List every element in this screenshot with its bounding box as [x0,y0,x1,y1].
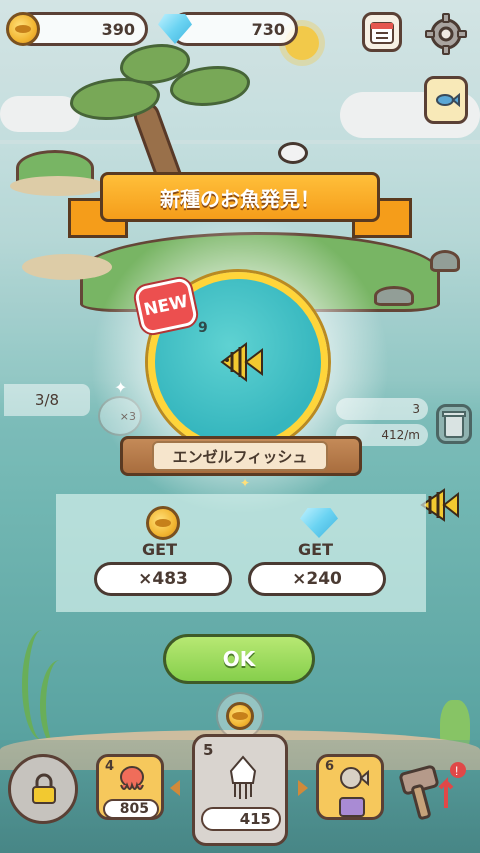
arrow-right-icon[interactable] [298,780,308,796]
video-ad-icon [339,797,365,817]
coin-icon [226,702,254,730]
slot-octopus[interactable]: 4 805 [96,754,164,820]
lock-icon [32,773,56,804]
arrow-left-icon[interactable] [170,780,180,796]
collect-coin-button[interactable] [216,692,264,740]
income-rate: 412/m [381,428,420,442]
coin-reward-amount: ×483 [94,562,232,596]
calendar-button[interactable] [362,12,402,52]
fish-name-plate: エンゼルフィッシュ [152,441,328,471]
trash-button[interactable] [436,404,472,444]
slot-price: 805 [119,801,149,817]
slot-number: 4 [105,759,115,774]
fish-progress-text: 3/8 [34,391,60,409]
coin-get-label: GET [142,540,177,559]
sparkle-icon: ✦ [114,378,128,397]
coin-icon [6,12,40,46]
fish-progress: 3/8 [4,384,90,416]
ok-label: OK [222,647,256,671]
hammer-icon: ! [399,762,466,820]
slot-price: 415 [239,810,271,828]
angelfish-icon [220,342,263,382]
coin-reward-value: ×483 [138,569,188,589]
upgrade-button[interactable]: ! [398,760,468,820]
price-pill: 805 [103,799,159,819]
discovery-banner: 新種のお魚発見！ [100,172,380,222]
calendar-icon [370,22,394,44]
fish-book-button[interactable] [424,76,468,124]
octopus-icon [120,766,144,790]
sparkle-icon: ✦ [240,476,251,490]
slot-number: 6 [325,759,335,774]
slot-squid[interactable]: 5 415 [192,734,288,846]
discovery-title: 新種のお魚発見！ [160,186,320,211]
gem-get-label: GET [298,540,333,559]
fish-name: エンゼルフィッシュ [172,447,308,466]
fish-count: 3 [412,402,420,416]
gem-counter: 730 [170,12,298,46]
lock-button[interactable] [8,754,78,824]
slot-number: 5 [203,741,214,759]
price-pill: 415 [201,807,281,831]
new-badge-label: NEW [142,291,190,321]
fish-count-number: 9 [198,320,208,336]
gem-reward-value: ×240 [292,569,342,589]
settings-button[interactable] [424,12,468,56]
ok-button[interactable]: OK [163,634,315,684]
pufferfish-icon [340,767,369,789]
slot-pufferfish[interactable]: 6 [316,754,384,820]
coin-amount: 390 [101,19,135,39]
coin-reward-icon [146,506,180,540]
gear-icon [425,13,467,55]
squid-icon [229,755,257,799]
trash-icon [442,411,466,438]
gem-amount: 730 [251,19,285,39]
svg-text:!: ! [455,764,458,778]
fish-book-icon [436,92,460,108]
gem-reward-amount: ×240 [248,562,386,596]
